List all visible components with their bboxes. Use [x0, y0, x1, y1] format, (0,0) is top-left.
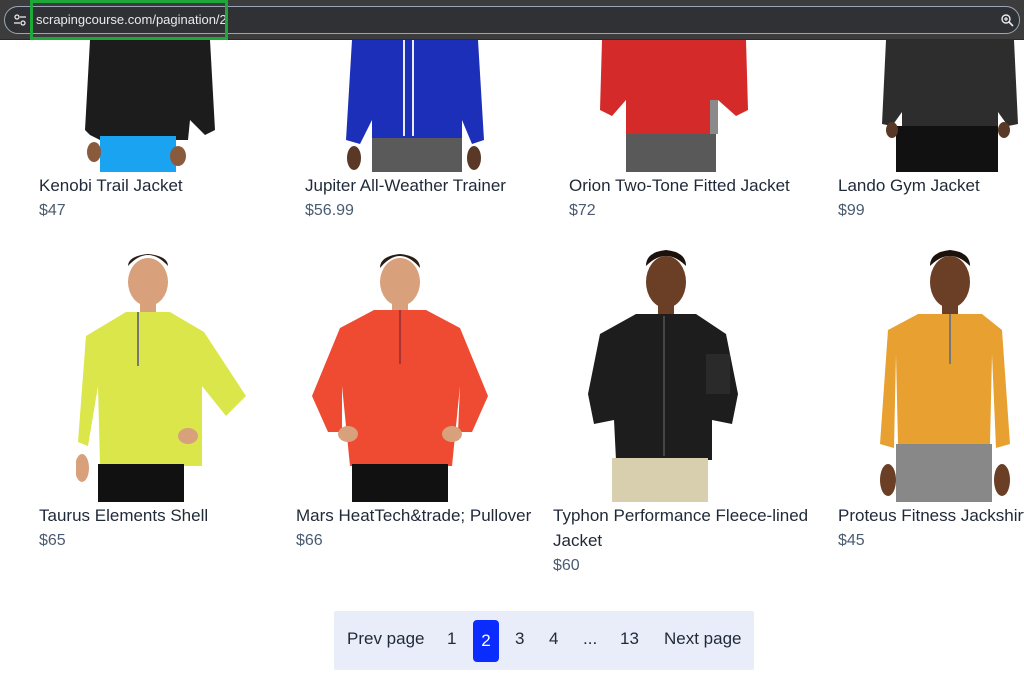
product-price: $65	[39, 532, 66, 549]
product-name[interactable]: Orion Two-Tone Fitted Jacket	[569, 173, 790, 198]
page-link-current[interactable]: 2	[473, 620, 499, 662]
product-price: $45	[838, 532, 865, 549]
product-name[interactable]: Lando Gym Jacket	[838, 173, 980, 198]
product-image[interactable]	[80, 40, 220, 172]
url-text[interactable]: scrapingcourse.com/pagination/2	[36, 12, 227, 27]
product-name[interactable]: Mars HeatTech&trade; Pullover	[296, 503, 531, 528]
product-name[interactable]: Jupiter All-Weather Trainer	[305, 173, 506, 198]
product-image[interactable]	[878, 244, 1012, 502]
product-price: $56.99	[305, 202, 354, 219]
product-price: $99	[838, 202, 865, 219]
product-image[interactable]	[310, 246, 490, 502]
product-price: $72	[569, 202, 596, 219]
next-page-link[interactable]: Next page	[664, 629, 742, 649]
zoom-icon[interactable]	[1000, 13, 1014, 27]
product-name-line1[interactable]: Typhon Performance Fleece-lined	[553, 503, 808, 528]
pagination: Prev page 1 2 3 4 ... 13 Next page	[334, 611, 754, 670]
product-price: $66	[296, 532, 323, 549]
product-price: $60	[553, 557, 580, 574]
product-name[interactable]: Kenobi Trail Jacket	[39, 173, 183, 198]
page-link-1[interactable]: 1	[447, 629, 456, 649]
address-bar[interactable]: scrapingcourse.com/pagination/2	[4, 6, 1020, 34]
product-image[interactable]	[586, 244, 740, 502]
browser-toolbar: scrapingcourse.com/pagination/2	[0, 0, 1024, 40]
product-image[interactable]	[880, 40, 1020, 172]
product-name[interactable]: Taurus Elements Shell	[39, 503, 208, 528]
page-link-4[interactable]: 4	[549, 629, 558, 649]
site-settings-icon[interactable]	[13, 13, 27, 27]
product-name[interactable]: Proteus Fitness Jackshirt	[838, 503, 1024, 528]
page-link-3[interactable]: 3	[515, 629, 524, 649]
page-ellipsis: ...	[583, 629, 598, 648]
product-name-line2[interactable]: Jacket	[553, 528, 602, 553]
prev-page-link[interactable]: Prev page	[347, 629, 425, 649]
product-image[interactable]	[344, 40, 486, 172]
product-price: $47	[39, 202, 66, 219]
product-image[interactable]	[598, 40, 750, 172]
product-image[interactable]	[76, 246, 248, 502]
page-link-13[interactable]: 13	[620, 629, 639, 649]
